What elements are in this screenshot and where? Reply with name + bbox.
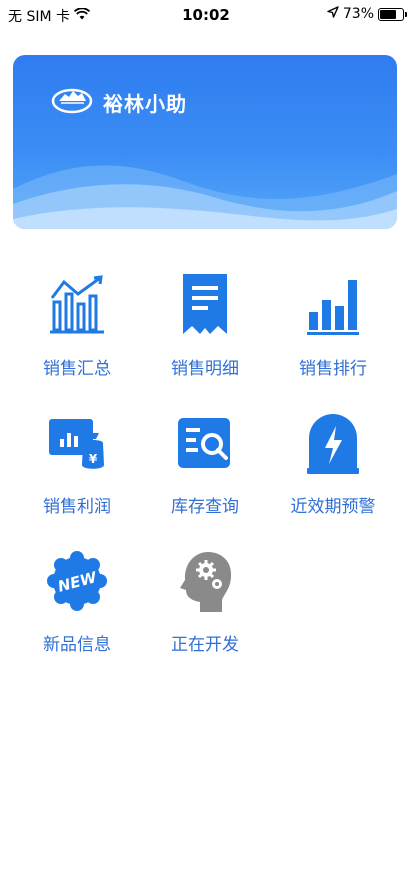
tile-label: 销售明细 — [171, 359, 239, 379]
app-title: 裕林小助 — [103, 91, 187, 116]
bar-chart-icon — [301, 270, 365, 340]
location-arrow-icon — [327, 6, 339, 22]
tile-expiry-alert[interactable]: 近效期预警 — [269, 408, 397, 530]
tile-label: 销售利润 — [43, 497, 111, 517]
tile-sales-profit[interactable]: ¥ 销售利润 — [13, 408, 141, 530]
battery-icon — [378, 7, 407, 21]
tile-label: 正在开发 — [171, 635, 239, 655]
wave-decoration — [13, 165, 397, 229]
svg-text:¥: ¥ — [89, 452, 98, 466]
logo-icon — [51, 85, 93, 119]
tile-new-products[interactable]: NEW 新品信息 — [13, 546, 141, 668]
receipt-icon — [173, 270, 237, 340]
expiry-alert-icon — [301, 408, 365, 478]
tile-label: 销售汇总 — [43, 359, 111, 379]
sales-summary-icon — [45, 270, 109, 340]
battery-percent: 73% — [342, 6, 374, 22]
tile-label: 近效期预警 — [290, 497, 376, 517]
header-banner: 裕林小助 — [13, 55, 397, 229]
inventory-search-icon — [173, 408, 237, 478]
tile-label: 库存查询 — [171, 497, 239, 517]
status-bar: 无 SIM 卡 10:02 73% — [0, 0, 412, 30]
gear-head-icon — [173, 546, 237, 616]
menu-grid: 销售汇总 销售明细 销售排行 ¥ 销售利润 库存查询 近效期预警 NEW 新品信… — [13, 270, 397, 668]
brand: 裕林小助 — [51, 85, 187, 119]
tile-in-development[interactable]: 正在开发 — [141, 546, 269, 668]
tile-inventory-query[interactable]: 库存查询 — [141, 408, 269, 530]
tile-label: 销售排行 — [299, 359, 367, 379]
tile-label: 新品信息 — [43, 635, 111, 655]
profit-icon: ¥ — [45, 408, 109, 478]
tile-sales-ranking[interactable]: 销售排行 — [269, 270, 397, 392]
new-badge-icon: NEW — [45, 546, 109, 616]
status-right: 73% — [327, 6, 407, 22]
tile-sales-summary[interactable]: 销售汇总 — [13, 270, 141, 392]
tile-sales-detail[interactable]: 销售明细 — [141, 270, 269, 392]
battery-level — [380, 9, 397, 19]
